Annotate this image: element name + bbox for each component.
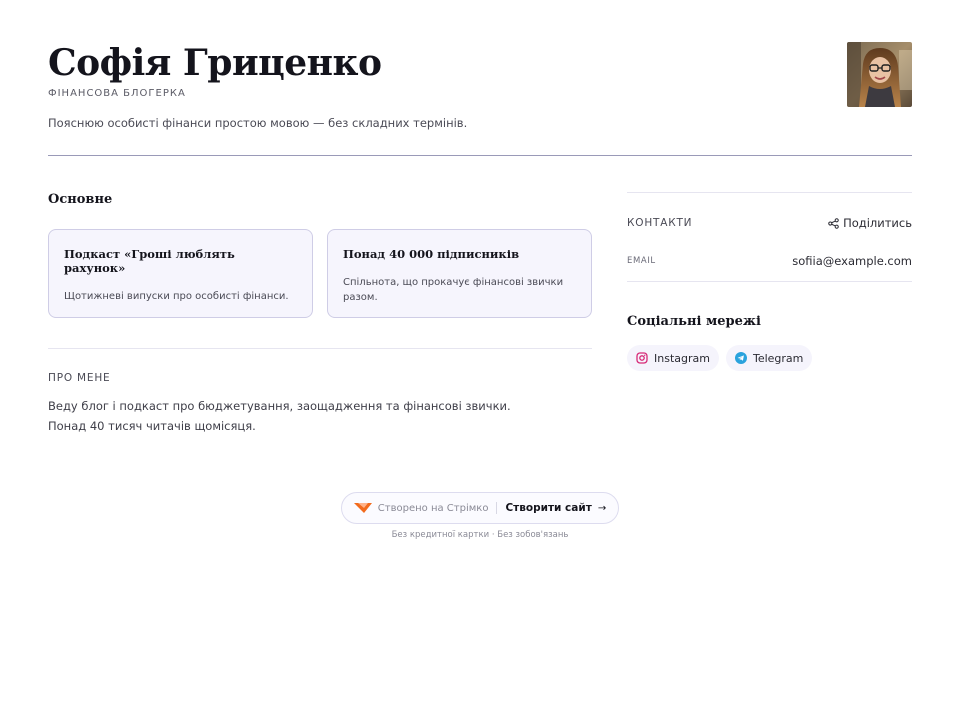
profile-role: ФІНАНСОВА БЛОГЕРКА [48,88,186,99]
avatar [847,42,912,107]
footer-note: Без кредитної картки · Без зобов'язань [391,530,569,540]
profile-header: Софія Гриценко ФІНАНСОВА БЛОГЕРКА Поясню… [48,40,912,156]
highlight-card-subscribers[interactable]: Понад 40 000 підписників Спільнота, що п… [327,229,592,318]
footer: Створено на Стрімко Створити сайт → Без … [0,492,960,540]
arrow-right-icon: → [597,502,607,514]
email-row: EMAIL sofiia@example.com [627,254,912,282]
social-title: Соціальні мережі [627,314,761,329]
card-title: Понад 40 000 підписників [343,247,520,261]
email-link[interactable]: sofiia@example.com [792,254,912,268]
contacts-label: КОНТАКТИ [627,217,693,229]
section-divider [48,348,592,349]
page-title: Софія Гриценко [48,42,382,84]
highlight-card-podcast[interactable]: Подкаст «Гроші люблять рахунок» Щотижнев… [48,229,313,318]
main-section: Основне Подкаст «Гроші люблять рахунок» … [48,192,592,436]
share-icon [828,217,839,229]
share-label: Поділитись [843,216,912,230]
about-text: Веду блог і подкаст про бюджетування, за… [48,399,511,433]
profile-tagline: Пояснюю особисті фінанси простою мовою —… [48,116,468,130]
card-description: Щотижневі випуски про особисті фінанси. [64,291,289,302]
sidebar-divider [627,192,912,193]
brand-logo-icon [353,503,372,513]
badge-separator [496,502,498,514]
social-links: Instagram Telegram [627,345,912,371]
section-title-main: Основне [48,192,113,207]
social-label: Instagram [654,351,710,365]
contacts-sidebar: КОНТАКТИ Поділитись EMAIL sofiia@example… [627,192,912,371]
create-site-button[interactable]: Створити сайт [505,502,591,514]
card-description: Спільнота, що прокачує фінансові звички … [343,277,564,303]
telegram-icon [734,352,747,364]
social-label: Telegram [752,351,804,365]
avatar-photo [847,42,912,107]
share-button[interactable]: Поділитись [828,216,912,230]
social-link-telegram[interactable]: Telegram [725,345,813,371]
instagram-icon [636,352,648,364]
made-with-badge[interactable]: Створено на Стрімко Створити сайт → [340,492,620,524]
about-label: ПРО МЕНЕ [48,372,111,384]
social-link-instagram[interactable]: Instagram [627,345,719,371]
header-divider [48,155,912,156]
made-with-text: Створено на Стрімко [377,502,489,514]
card-title: Подкаст «Гроші люблять рахунок» [64,247,235,275]
email-label: EMAIL [627,256,656,266]
highlight-cards: Подкаст «Гроші люблять рахунок» Щотижнев… [48,229,592,318]
contacts-header: КОНТАКТИ Поділитись [627,216,912,230]
